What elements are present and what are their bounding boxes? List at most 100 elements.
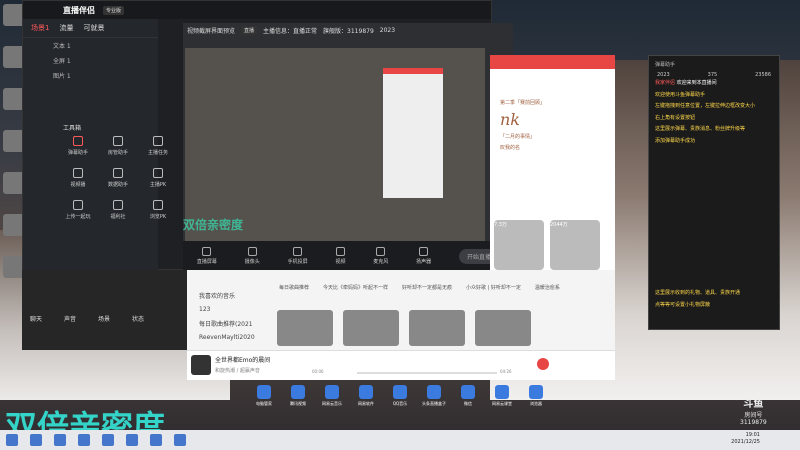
dock-item[interactable]: 头条直播盒子 xyxy=(420,385,448,415)
search-icon[interactable] xyxy=(30,434,42,446)
tool-label: 主播PK xyxy=(149,182,167,188)
play-pause-button[interactable] xyxy=(537,358,549,370)
tool-room-admin[interactable]: 房管助手 xyxy=(98,136,138,156)
dock-item[interactable]: 网易云课堂 xyxy=(488,385,516,415)
tab-other[interactable]: 可就景 xyxy=(83,23,104,33)
admin-icon xyxy=(113,136,123,146)
gift-icon xyxy=(113,200,123,210)
tool-task[interactable]: 主播任务 xyxy=(138,136,178,156)
video-icon xyxy=(335,247,345,256)
tool-browse[interactable]: 浏览PK xyxy=(138,200,178,220)
stat: 2023 xyxy=(657,72,670,78)
tool-play[interactable]: 上传一起玩 xyxy=(58,200,98,220)
camera-button[interactable]: 摄像头 xyxy=(245,247,260,265)
mic-button[interactable]: 麦克风 xyxy=(373,247,388,265)
source-item[interactable]: 图片 1 xyxy=(23,68,158,83)
preview-tag: 直播 xyxy=(241,25,258,35)
clock-date: 2021/12/25 xyxy=(731,439,760,445)
video-button[interactable]: 视频 xyxy=(335,247,345,265)
dock-item[interactable]: 微信 xyxy=(454,385,482,415)
card-count: 7.3万 xyxy=(494,222,507,228)
playlist-card[interactable]: 7.3万 xyxy=(494,220,544,270)
edge-icon[interactable] xyxy=(78,434,90,446)
app-icon[interactable] xyxy=(150,434,162,446)
thumbnail[interactable] xyxy=(475,310,531,346)
tool-danmu[interactable]: 弹幕助手 xyxy=(58,136,98,156)
thumbnail[interactable] xyxy=(277,310,333,346)
task-view-icon[interactable] xyxy=(54,434,66,446)
dock-label: 网易云课堂 xyxy=(492,401,512,406)
tool-data[interactable]: 数据助手 xyxy=(98,168,138,188)
source-item[interactable]: 文本 1 xyxy=(23,38,158,53)
start-icon[interactable] xyxy=(6,434,18,446)
tool-video[interactable]: 视频播 xyxy=(58,168,98,188)
list-item[interactable]: 123 xyxy=(187,303,267,316)
list-item[interactable]: 每日歌曲推荐(2021 xyxy=(187,316,267,331)
speaker-button[interactable]: 扬声器 xyxy=(416,247,431,265)
dock-item[interactable]: 电脑管家 xyxy=(250,385,278,415)
app-icon xyxy=(427,385,441,399)
preview-status: 2023 xyxy=(379,26,396,34)
chat-message: 右上角有设置按钮 xyxy=(655,114,696,121)
preview-tab[interactable]: 视频截屏界面预览 xyxy=(187,26,235,35)
list-item[interactable]: ReevenMaylti2020 xyxy=(187,331,267,344)
microphone-icon xyxy=(376,247,386,256)
data-icon xyxy=(113,168,123,178)
speaker-icon xyxy=(419,247,429,256)
dock-label: 浏览器 xyxy=(530,401,542,406)
tool-label: 主播任务 xyxy=(147,150,168,156)
dock-item[interactable]: 网易软件 xyxy=(352,385,380,415)
progress-bar[interactable] xyxy=(357,372,497,374)
music-cards: 7.3万 2044万 xyxy=(490,190,615,270)
dock-item[interactable]: 浏览器 xyxy=(522,385,550,415)
tool-welfare[interactable]: 福利社 xyxy=(98,200,138,220)
dock-item[interactable]: QQ音乐 xyxy=(386,385,414,415)
room-info: 斗鱼 房间号 3119879 xyxy=(740,395,767,426)
app-icon xyxy=(393,385,407,399)
tool-pk[interactable]: 主播PK xyxy=(138,168,178,188)
welcome-user: 我家伴侣 xyxy=(655,80,676,86)
chat-title: 弹幕助手 xyxy=(655,61,676,68)
section-item[interactable]: 今天比《牵妈妈》听起不一样 xyxy=(323,284,388,291)
button-label: 视频 xyxy=(335,259,346,265)
section-item[interactable]: 温暖治愈系 xyxy=(535,284,560,291)
app-icon xyxy=(495,385,509,399)
browser-text: 叹我的名 xyxy=(500,145,521,151)
dock-item[interactable]: 腾讯视频 xyxy=(284,385,312,415)
danmu-chat-panel: 弹幕助手 2023 375 23586 我家伴侣 欢迎来到本直播间 欢迎使用斗鱼… xyxy=(648,55,780,330)
dock-label: QQ音乐 xyxy=(392,401,408,406)
section-item[interactable]: 小众好歌 | 好听却不一定 xyxy=(466,284,521,291)
source-item[interactable]: 全屏 1 xyxy=(23,53,158,68)
preview-status: 主播信息：直播正常 xyxy=(263,27,318,35)
room-number: 3119879 xyxy=(740,419,767,426)
tab-traffic[interactable]: 流量 xyxy=(59,23,73,33)
button-label: 直播屏幕 xyxy=(196,259,217,265)
album-cover[interactable] xyxy=(191,355,211,375)
list-item[interactable]: 我喜欢的音乐 xyxy=(187,288,267,303)
tab-scene[interactable]: 场景1 xyxy=(31,23,49,33)
thumbnail[interactable] xyxy=(409,310,465,346)
chat-message: 这里展示弹幕、贵族消息、粉丝牌升级等 xyxy=(655,126,746,132)
gift-message: 点等等可设置小礼物屏蔽 xyxy=(655,301,711,308)
screen-capture-button[interactable]: 直播屏幕 xyxy=(197,247,217,265)
dock-label: 网易云音乐 xyxy=(322,401,342,406)
chrome-icon[interactable] xyxy=(126,434,138,446)
thumbnail[interactable] xyxy=(343,310,399,346)
music-player-window: 我喜欢的音乐 123 每日歌曲推荐(2021 ReevenMaylti2020 … xyxy=(187,270,615,380)
clock[interactable]: 19:01 2021/12/25 xyxy=(731,432,760,446)
stat: 375 xyxy=(707,72,718,78)
app-icon[interactable] xyxy=(174,434,186,446)
preview-title: 视频截屏界面预览 直播 主播信息：直播正常 旗舰版：3119879 2023 xyxy=(183,23,513,37)
section-item[interactable]: 好听却不一定都是无痕 xyxy=(402,284,452,291)
stat: 23586 xyxy=(755,72,771,78)
welcome-message: 我家伴侣 欢迎来到本直播间 xyxy=(649,78,779,90)
preview-area: 视频截屏界面预览 直播 主播信息：直播正常 旗舰版：3119879 2023 xyxy=(183,23,513,243)
phone-cast-button[interactable]: 手机投屏 xyxy=(288,247,308,265)
folder-icon[interactable] xyxy=(102,434,114,446)
playlist-card[interactable]: 2044万 xyxy=(550,220,600,270)
app-icon xyxy=(257,385,271,399)
mixer-label: 聊天 xyxy=(30,316,43,323)
live-tool-window: 直播伴侣 专业版 场景1 流量 可就景 文本 1 全屏 1 图片 1 工具箱 弹… xyxy=(22,0,513,271)
dock-item[interactable]: 网易云音乐 xyxy=(318,385,346,415)
section-item[interactable]: 每日歌曲推荐 xyxy=(279,284,309,291)
